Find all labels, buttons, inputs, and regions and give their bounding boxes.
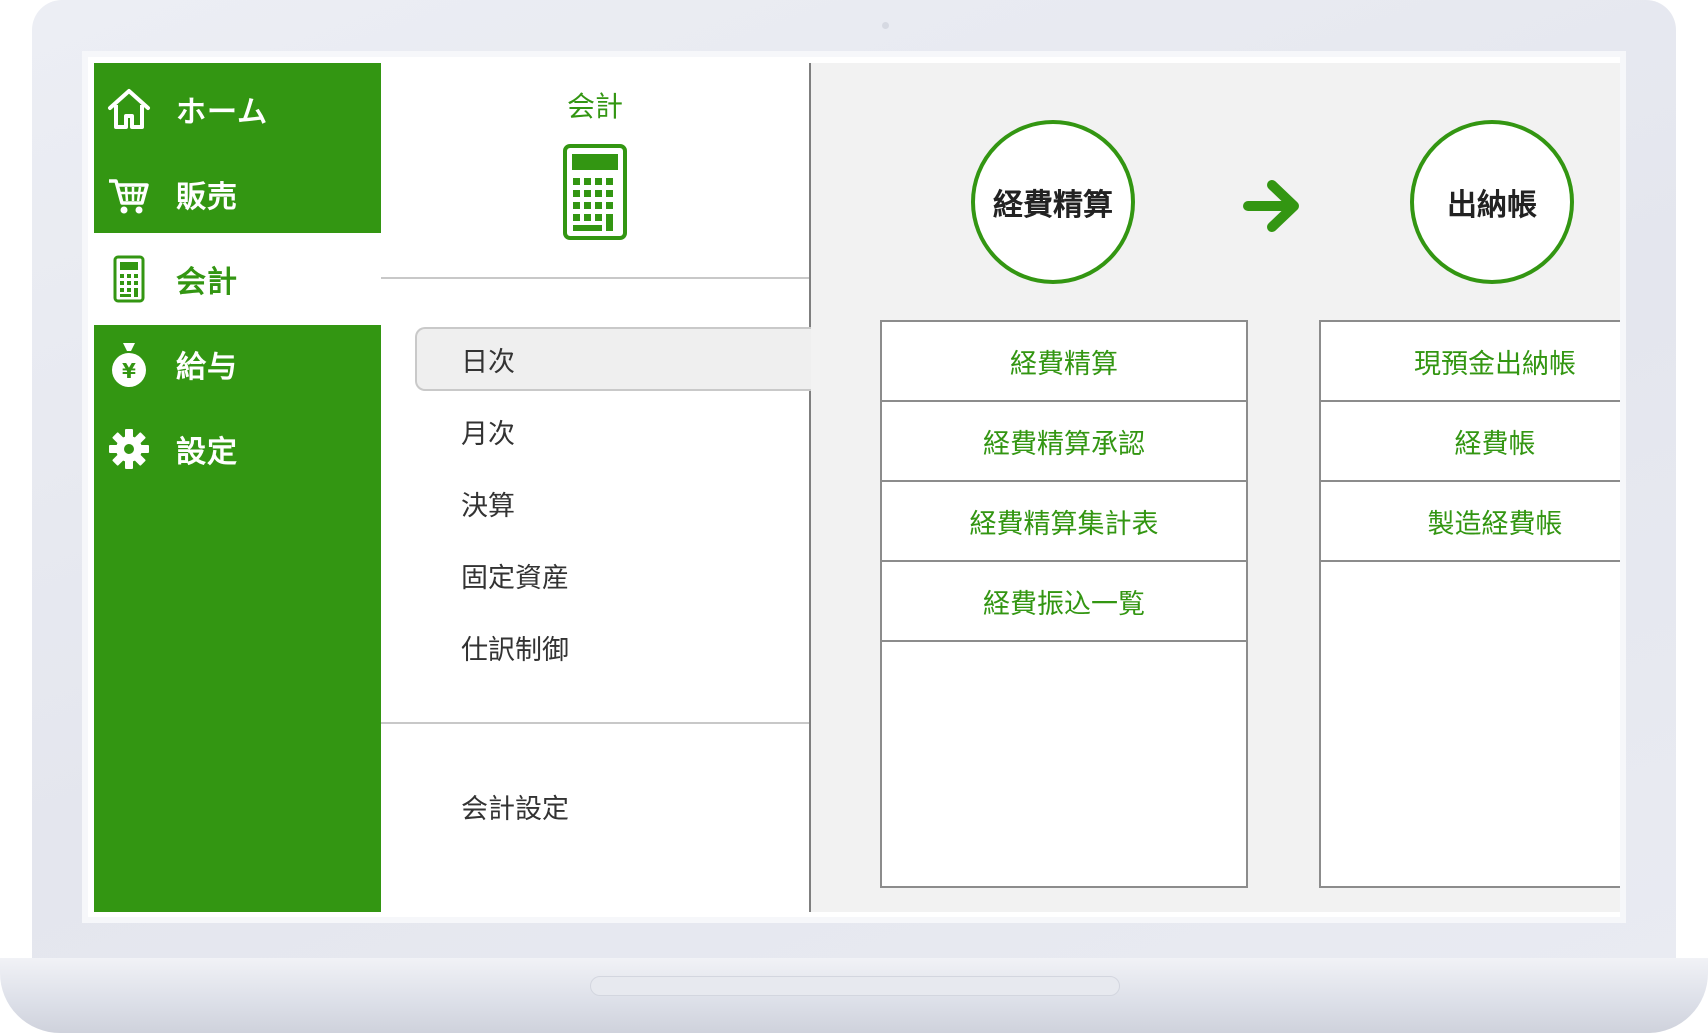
link-manufacturing-expense-book[interactable]: 製造経費帳 bbox=[1321, 482, 1620, 562]
app-screen: ホーム 販売 会計 ¥ 給与 設定 会計 日次 月次 決算 固定資産 仕訳制御 … bbox=[88, 57, 1620, 917]
submenu-panel: 会計 日次 月次 決算 固定資産 仕訳制御 会計設定 bbox=[381, 63, 813, 912]
sidebar-item-label: 給与 bbox=[176, 350, 238, 385]
sidebar-item-accounting[interactable]: 会計 bbox=[94, 233, 381, 325]
home-icon bbox=[104, 84, 154, 134]
gear-icon bbox=[104, 424, 154, 474]
link-expense-transfer-list[interactable]: 経費振込一覧 bbox=[882, 562, 1246, 642]
sidebar-item-payroll[interactable]: ¥ 給与 bbox=[94, 318, 381, 410]
expense-link-list: 経費精算 経費精算承認 経費精算集計表 経費振込一覧 bbox=[880, 320, 1248, 888]
money-bag-icon: ¥ bbox=[104, 339, 154, 389]
content-area: 経費精算 出納帳 経費精算 経費精算承認 経費精算集計表 経費振込一覧 現預金出… bbox=[811, 63, 1620, 912]
sidebar-item-label: 会計 bbox=[176, 265, 238, 300]
laptop-notch bbox=[590, 976, 1120, 996]
section-heading-cashbook: 出納帳 bbox=[1410, 120, 1574, 284]
link-expense-settlement[interactable]: 経費精算 bbox=[882, 322, 1246, 402]
submenu-item-accounting-settings[interactable]: 会計設定 bbox=[415, 774, 807, 838]
link-expense-book[interactable]: 経費帳 bbox=[1321, 402, 1620, 482]
submenu-divider bbox=[381, 277, 809, 279]
calculator-icon bbox=[104, 254, 154, 304]
link-expense-approval[interactable]: 経費精算承認 bbox=[882, 402, 1246, 482]
sidebar: ホーム 販売 会計 ¥ 給与 設定 bbox=[94, 63, 381, 912]
sidebar-item-sales[interactable]: 販売 bbox=[94, 148, 381, 240]
submenu-item-daily[interactable]: 日次 bbox=[415, 327, 813, 391]
link-expense-summary[interactable]: 経費精算集計表 bbox=[882, 482, 1246, 562]
submenu-item-fixed-assets[interactable]: 固定資産 bbox=[415, 543, 807, 607]
submenu-item-closing[interactable]: 決算 bbox=[415, 471, 807, 535]
submenu-item-monthly[interactable]: 月次 bbox=[415, 399, 807, 463]
submenu-item-journal-control[interactable]: 仕訳制御 bbox=[415, 615, 807, 679]
cart-icon bbox=[104, 169, 154, 219]
submenu-divider bbox=[381, 722, 809, 724]
cashbook-link-list: 現預金出納帳 経費帳 製造経費帳 bbox=[1319, 320, 1620, 888]
sidebar-item-label: 販売 bbox=[176, 180, 238, 215]
sidebar-item-home[interactable]: ホーム bbox=[94, 63, 381, 155]
arrow-right-icon bbox=[1242, 175, 1304, 241]
sidebar-item-settings[interactable]: 設定 bbox=[94, 403, 381, 495]
sidebar-item-label: ホーム bbox=[176, 95, 269, 130]
svg-text:¥: ¥ bbox=[122, 359, 136, 383]
section-heading-expense: 経費精算 bbox=[971, 120, 1135, 284]
sidebar-item-label: 設定 bbox=[176, 435, 238, 470]
link-cash-deposit-book[interactable]: 現預金出納帳 bbox=[1321, 322, 1620, 402]
camera-dot bbox=[882, 22, 889, 29]
submenu-title: 会計 bbox=[566, 90, 623, 123]
calculator-icon bbox=[562, 143, 628, 245]
